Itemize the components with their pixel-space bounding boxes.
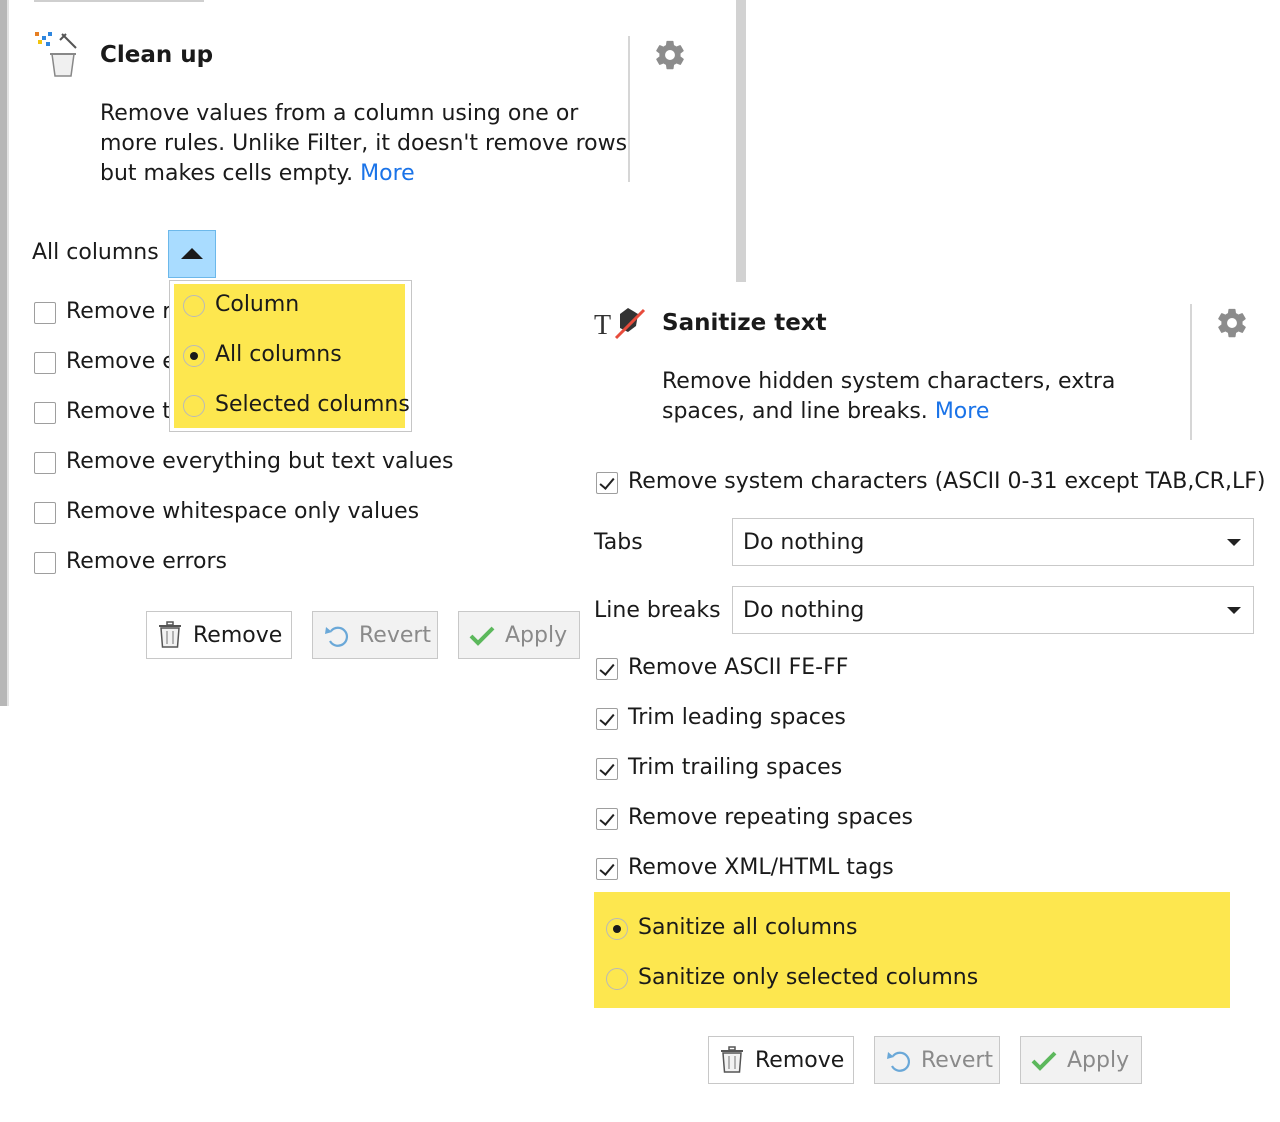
option-checkbox-leading[interactable] [596, 708, 618, 730]
gear-icon[interactable] [1215, 306, 1249, 340]
rule-label-6: Remove errors [66, 549, 227, 574]
option-checkbox-ascii[interactable] [596, 658, 618, 680]
option-checkbox-trailing[interactable] [596, 758, 618, 780]
cleanup-remove-button[interactable]: Remove [146, 611, 292, 659]
chevron-up-icon [181, 248, 203, 259]
option-label-repeating: Remove repeating spaces [628, 805, 913, 830]
rule-label-1: Remove r [66, 299, 172, 324]
chevron-down-icon [1227, 539, 1241, 546]
cleanup-apply-button[interactable]: Apply [458, 611, 580, 659]
option-label-trailing: Trim trailing spaces [628, 755, 843, 780]
sanitize-description: Remove hidden system characters, extra s… [662, 367, 1182, 427]
scope-radio-all-columns[interactable] [183, 345, 205, 367]
line-breaks-label: Line breaks [594, 598, 721, 623]
cleanup-icon [35, 32, 77, 77]
scope-label: All columns [32, 240, 159, 265]
gear-icon[interactable] [653, 38, 687, 72]
cleanup-description: Remove values from a column using one or… [100, 99, 630, 189]
trash-icon [159, 621, 181, 648]
rule-label-2: Remove e [66, 349, 176, 374]
scope-option-all-columns[interactable]: All columns [215, 342, 342, 367]
chevron-down-icon [1227, 607, 1241, 614]
sanitize-text-icon: T [594, 308, 646, 341]
cleanup-more-link[interactable]: More [360, 161, 415, 186]
trash-icon [721, 1046, 743, 1073]
cleanup-apply-label: Apply [505, 622, 568, 648]
sanitize-revert-button[interactable]: Revert [874, 1036, 1000, 1084]
tab-edge [34, 0, 204, 2]
rule-checkbox-2[interactable] [34, 352, 56, 374]
line-breaks-select-value: Do nothing [743, 597, 865, 623]
checkmark-icon [469, 626, 495, 646]
system-chars-checkbox[interactable] [596, 472, 618, 494]
sanitize-title: Sanitize text [662, 310, 827, 336]
rule-checkbox-4[interactable] [34, 452, 56, 474]
scope-radio-column[interactable] [183, 295, 205, 317]
rule-checkbox-1[interactable] [34, 302, 56, 324]
rule-checkbox-5[interactable] [34, 502, 56, 524]
tabs-select-value: Do nothing [743, 529, 865, 555]
sanitize-remove-button[interactable]: Remove [708, 1036, 854, 1084]
svg-text:T: T [594, 310, 611, 341]
sanitize-selected-label[interactable]: Sanitize only selected columns [638, 965, 978, 990]
header-separator [628, 36, 630, 182]
undo-icon [325, 626, 349, 647]
sanitize-remove-label: Remove [755, 1047, 845, 1073]
sanitize-selected-radio[interactable] [606, 968, 628, 990]
rule-checkbox-3[interactable] [34, 402, 56, 424]
cleanup-revert-label: Revert [359, 622, 432, 648]
panel-scrollbar[interactable] [736, 0, 746, 282]
rule-label-4: Remove everything but text values [66, 449, 454, 474]
sanitize-more-link[interactable]: More [935, 399, 990, 424]
option-label-leading: Trim leading spaces [628, 705, 846, 730]
cleanup-revert-button[interactable]: Revert [312, 611, 438, 659]
option-checkbox-xml[interactable] [596, 858, 618, 880]
scope-option-selected-columns[interactable]: Selected columns [215, 392, 410, 417]
scope-radio-selected-columns[interactable] [183, 395, 205, 417]
sanitize-apply-label: Apply [1067, 1047, 1130, 1073]
rule-label-3: Remove t [66, 399, 171, 424]
cleanup-remove-label: Remove [193, 622, 283, 648]
panel-border [0, 0, 7, 706]
sanitize-all-radio[interactable] [606, 918, 628, 940]
undo-icon [887, 1051, 911, 1072]
scope-option-column[interactable]: Column [215, 292, 299, 317]
option-label-ascii: Remove ASCII FE-FF [628, 655, 849, 680]
rule-label-5: Remove whitespace only values [66, 499, 420, 524]
sanitize-apply-button[interactable]: Apply [1020, 1036, 1142, 1084]
option-checkbox-repeating[interactable] [596, 808, 618, 830]
sanitize-panel: T Sanitize text Remove hidden system cha… [580, 282, 1280, 1122]
rule-checkbox-6[interactable] [34, 552, 56, 574]
checkmark-icon [1031, 1051, 1057, 1071]
system-chars-label: Remove system characters (ASCII 0-31 exc… [628, 469, 1266, 494]
sanitize-description-text: Remove hidden system characters, extra s… [662, 369, 1116, 424]
scope-popup: Column All columns Selected columns [169, 280, 412, 432]
sanitize-revert-label: Revert [921, 1047, 994, 1073]
tabs-select[interactable]: Do nothing [732, 518, 1254, 566]
scope-dropdown-button[interactable] [168, 230, 216, 278]
sanitize-all-label[interactable]: Sanitize all columns [638, 915, 857, 940]
line-breaks-select[interactable]: Do nothing [732, 586, 1254, 634]
sanitize-scope-group: Sanitize all columns Sanitize only selec… [594, 892, 1230, 1008]
panel-border-inner [7, 0, 9, 706]
option-label-xml: Remove XML/HTML tags [628, 855, 894, 880]
tabs-label: Tabs [594, 530, 643, 555]
cleanup-title: Clean up [100, 42, 214, 68]
sanitize-header-separator [1190, 304, 1192, 440]
